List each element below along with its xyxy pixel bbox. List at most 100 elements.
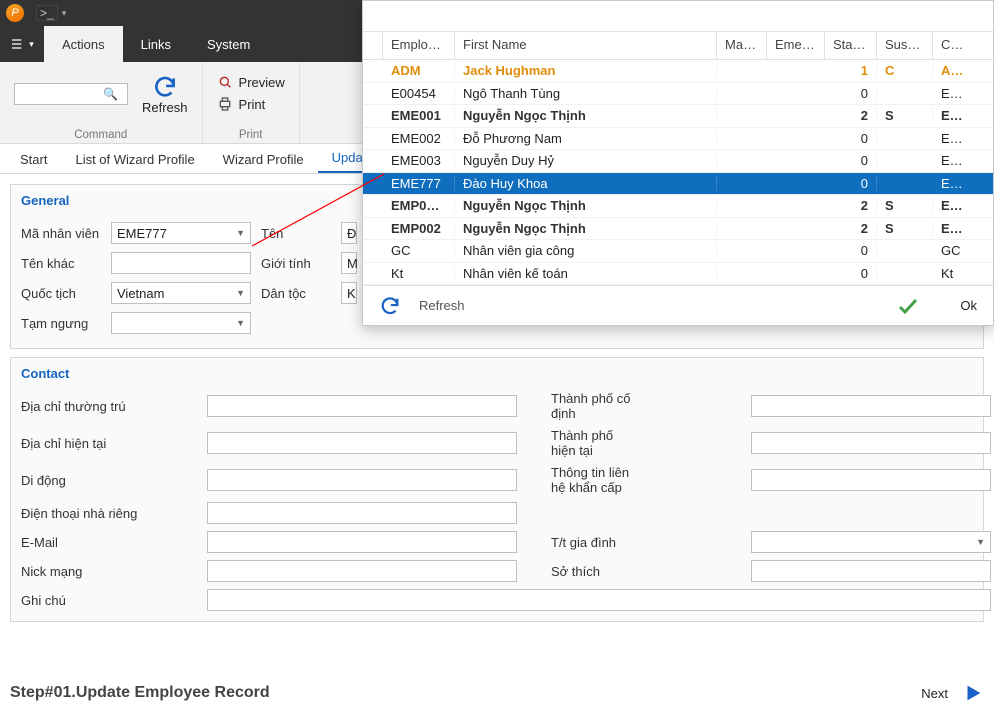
popup-filter-bar [363,1,993,32]
table-row[interactable]: EMP0002Nguyễn Ngọc Thịnh2SEMP0 [363,195,993,218]
menu-actions[interactable]: Actions [44,26,123,62]
table-row[interactable]: →EME777Đào Huy Khoa0EME7 [363,173,993,196]
employee-picker-popup: Employee… First Name Marit… Emer… Status… [362,0,994,326]
table-row[interactable]: EME001Nguyễn Ngọc Thịnh2SEME0 [363,105,993,128]
label-home-phone: Điện thoại nhà riêng [21,506,207,521]
label-mobile: Di động [21,473,207,488]
table-row[interactable]: EME003Nguyễn Duy Hỷ0EME0 [363,150,993,173]
play-icon [962,682,984,704]
popup-footer: Refresh Ok [363,285,993,325]
print-button[interactable]: Print [217,96,266,112]
label-email: E-Mail [21,535,207,550]
value-nationality: Vietnam [117,286,164,301]
search-icon[interactable]: 🔍 [103,87,118,101]
field-curr-address[interactable] [207,432,517,454]
field-note[interactable] [207,589,991,611]
popup-header-row: Employee… First Name Marit… Emer… Status… [363,32,993,60]
panel-contact-heading: Contact [21,366,973,381]
preview-button[interactable]: Preview [217,74,285,90]
popup-ok-label: Ok [960,298,977,313]
label-curr-address: Địa chỉ hiện tại [21,436,207,451]
field-perm-city[interactable] [751,395,991,417]
search-input[interactable] [19,86,103,102]
menu-links[interactable]: Links [123,26,189,62]
field-ethnic-partial[interactable]: K [341,282,357,304]
label-note: Ghi chú [21,593,207,608]
console-icon[interactable]: >_ [36,5,58,21]
field-hobby[interactable] [751,560,991,582]
field-marital[interactable]: ▼ [751,531,991,553]
col-firstname[interactable]: First Name [455,32,717,59]
quickaccess-dropdown-icon[interactable]: ▾ [62,8,67,19]
field-nick[interactable] [207,560,517,582]
label-hobby: Sở thích [551,564,641,579]
label-employee-id: Mã nhân viên [21,226,111,241]
chevron-down-icon[interactable]: ▼ [976,537,985,547]
table-row[interactable]: EME002Đỗ Phương Nam0EME0 [363,128,993,151]
field-name-partial[interactable]: Đ [341,222,357,244]
chevron-down-icon[interactable]: ▼ [236,228,245,238]
label-marital: T/t gia đình [551,535,641,550]
field-email[interactable] [207,531,517,553]
tab-start[interactable]: Start [6,146,61,173]
label-suspend: Tạm ngưng [21,316,111,331]
table-row[interactable]: ADMJack Hughman1CADM [363,60,993,83]
footer-bar: Step#01.Update Employee Record Next [0,664,994,722]
next-button[interactable]: Next [921,682,984,704]
table-row[interactable]: EMP002Nguyễn Ngọc Thịnh2SEMP0 [363,218,993,241]
field-emergency[interactable] [751,469,991,491]
field-mobile[interactable] [207,469,517,491]
label-name: Tên [261,226,341,241]
popup-refresh-button[interactable]: Refresh [379,295,465,317]
col-emergency[interactable]: Emer… [767,32,825,59]
table-row[interactable]: GCNhân viên gia công0GC [363,240,993,263]
ribbon-group-command-title: Command [14,129,188,141]
col-status[interactable]: Status [825,32,877,59]
field-home-phone[interactable] [207,502,517,524]
panel-contact: Contact Địa chỉ thường trú Thành phố cố … [10,357,984,622]
app-logo-icon: P [6,4,24,22]
menu-system[interactable]: System [189,26,268,62]
col-marital[interactable]: Marit… [717,32,767,59]
label-perm-address: Địa chỉ thường trú [21,399,207,414]
field-alias[interactable] [111,252,251,274]
label-perm-city: Thành phố cố định [551,391,641,421]
popup-refresh-label: Refresh [419,298,465,313]
chevron-down-icon[interactable]: ▼ [236,288,245,298]
label-nationality: Quốc tịch [21,286,111,301]
table-row[interactable]: E00454Ngô Thanh Tùng0E0045 [363,83,993,106]
col-employee[interactable]: Employee… [383,32,455,59]
label-curr-city: Thành phố hiện tại [551,428,641,458]
field-curr-city[interactable] [751,432,991,454]
field-gender-partial[interactable]: M [341,252,357,274]
next-label: Next [921,686,948,701]
label-emergency: Thông tin liên hệ khẩn cấp [551,465,641,495]
label-gender: Giới tính [261,256,341,271]
value-employee-id: EME777 [117,226,167,241]
field-suspend[interactable]: ▼ [111,312,251,334]
field-employee-id[interactable]: EME777 ▼ [111,222,251,244]
col-suspend[interactable]: Suspe… [877,32,933,59]
label-alias: Tên khác [21,256,111,271]
step-title: Step#01.Update Employee Record [10,684,270,702]
search-box[interactable]: 🔍 [14,83,128,105]
refresh-label: Refresh [142,100,188,115]
tab-wizard-profile[interactable]: Wizard Profile [209,146,318,173]
popup-rows: ADMJack Hughman1CADME00454Ngô Thanh Tùng… [363,60,993,285]
field-perm-address[interactable] [207,395,517,417]
ribbon-group-print: Preview Print Print [203,62,300,143]
tab-list-wizard-profile[interactable]: List of Wizard Profile [61,146,208,173]
ribbon-group-command: 🔍 Refresh Command [0,62,203,143]
preview-label: Preview [239,75,285,90]
chevron-down-icon[interactable]: ▼ [236,318,245,328]
table-row[interactable]: KtNhân viên kế toán0Kt [363,263,993,286]
refresh-button[interactable]: Refresh [142,74,188,115]
popup-ok-button[interactable]: Ok [896,294,977,318]
label-nick: Nick mạng [21,564,207,579]
file-menu-button[interactable]: ▾ [0,26,44,62]
ribbon-group-print-title: Print [217,129,285,141]
field-nationality[interactable]: Vietnam ▼ [111,282,251,304]
label-ethnic: Dân tộc [261,286,341,301]
print-label: Print [239,97,266,112]
col-code[interactable]: Code [933,32,977,59]
